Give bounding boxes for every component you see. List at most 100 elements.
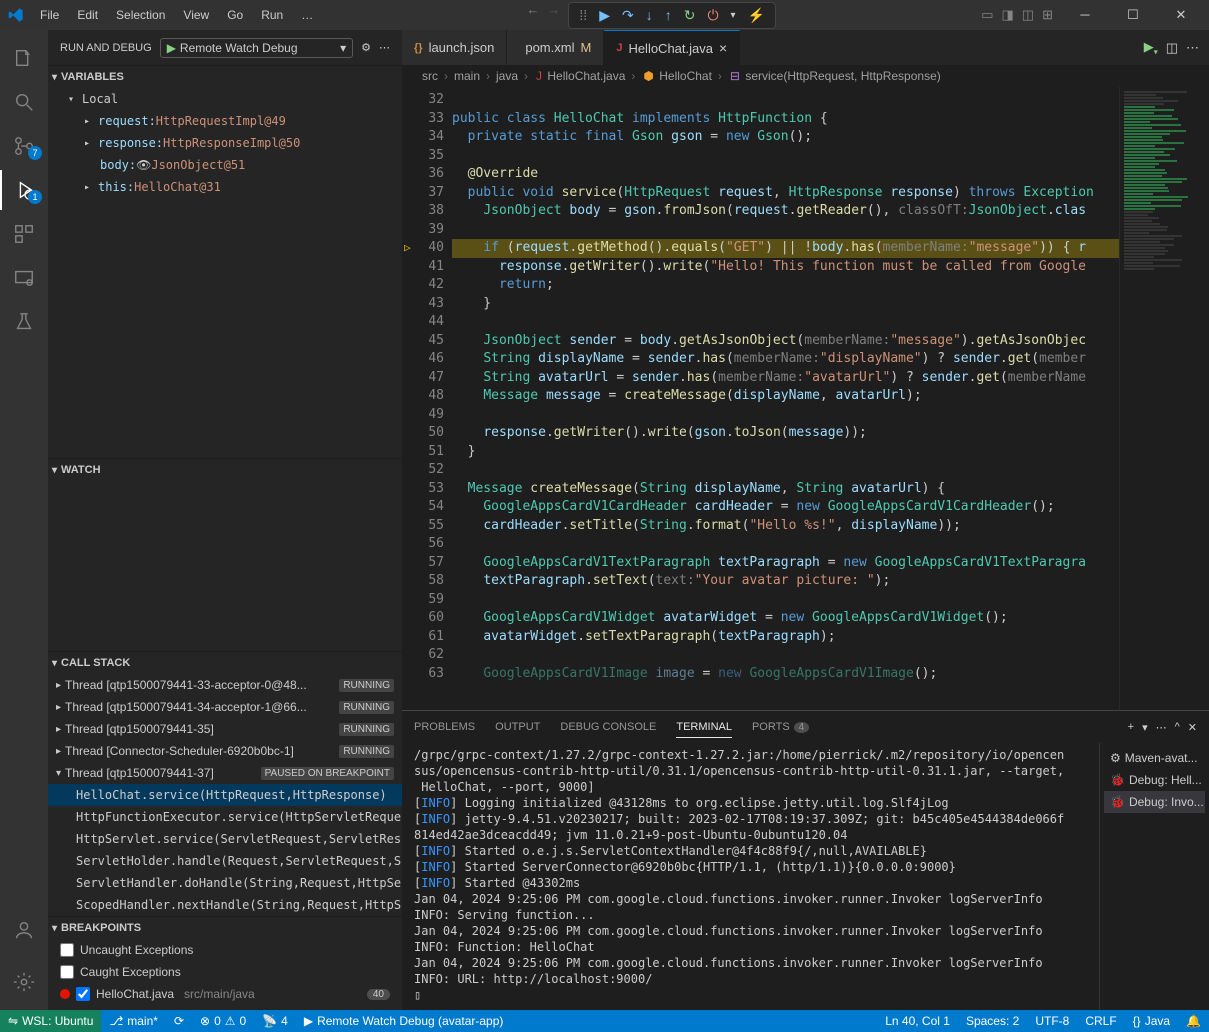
menu-edit[interactable]: Edit xyxy=(69,4,106,26)
extensions-icon[interactable] xyxy=(0,214,48,254)
watch-section[interactable]: ▾WATCH xyxy=(48,459,402,481)
layout-grid-icon[interactable]: ⊞ xyxy=(1042,7,1053,23)
breadcrumb-item[interactable]: ⊟ service(HttpRequest, HttpResponse) xyxy=(728,69,941,83)
status-spaces[interactable]: Spaces: 2 xyxy=(958,1010,1027,1032)
disconnect-icon[interactable]: ⏻ xyxy=(703,5,722,26)
hot-reload-icon[interactable]: ⚡ xyxy=(744,5,769,26)
stack-frame[interactable]: HelloChat.service(HttpRequest,HttpRespon… xyxy=(48,784,402,806)
split-icon[interactable]: ◫ xyxy=(1166,40,1178,56)
variable-row[interactable]: ▸request: HttpRequestImpl@49 xyxy=(48,110,402,132)
bp-caught[interactable]: Caught Exceptions xyxy=(48,961,402,983)
testing-icon[interactable] xyxy=(0,302,48,342)
menu-…[interactable]: … xyxy=(293,4,321,26)
search-icon[interactable] xyxy=(0,82,48,122)
step-into-icon[interactable]: ↓ xyxy=(642,5,657,25)
status-remote[interactable]: ⇋WSL: Ubuntu xyxy=(0,1010,101,1032)
editor-tab[interactable]: JHelloChat.java× xyxy=(604,30,740,65)
status-debug[interactable]: ▶Remote Watch Debug (avatar-app) xyxy=(296,1010,512,1032)
step-over-icon[interactable]: ↷ xyxy=(618,5,638,26)
terminal-session[interactable]: 🐞Debug: Hell... xyxy=(1104,769,1205,791)
bp-file-row[interactable]: HelloChat.java src/main/java 40 xyxy=(48,983,402,1005)
scope-local[interactable]: ▾Local xyxy=(48,88,402,110)
panel-tab-output[interactable]: OUTPUT xyxy=(495,717,540,737)
terminal-output[interactable]: /grpc/grpc-context/1.27.2/grpc-context-1… xyxy=(402,743,1099,1010)
explorer-icon[interactable] xyxy=(0,38,48,78)
menu-selection[interactable]: Selection xyxy=(108,4,173,26)
debug-icon[interactable]: 1 xyxy=(0,170,48,210)
ellipsis-icon[interactable]: ⋯ xyxy=(1156,721,1167,734)
bp-uncaught-check[interactable] xyxy=(60,943,74,957)
variable-row[interactable]: ▸response: HttpResponseImpl@50 xyxy=(48,132,402,154)
code-editor[interactable]: 3233343536373839▷40414243444546474849505… xyxy=(402,87,1209,710)
panel-tab-terminal[interactable]: TERMINAL xyxy=(676,717,732,738)
restart-icon[interactable]: ↻ xyxy=(680,5,700,26)
ellipsis-icon[interactable]: ⋯ xyxy=(379,41,390,54)
nav-fwd-icon[interactable]: → xyxy=(547,2,560,29)
terminal-session[interactable]: ⚙Maven-avat... xyxy=(1104,747,1205,769)
more-tab-icon[interactable]: ⋯ xyxy=(1186,40,1199,56)
minimize-icon[interactable]: ─ xyxy=(1065,7,1105,23)
panel-tab-ports[interactable]: PORTS4 xyxy=(752,717,809,737)
status-ports[interactable]: 📡4 xyxy=(254,1010,296,1032)
paused-thread[interactable]: ▾ Thread [qtp1500079441-37] PAUSED ON BR… xyxy=(48,762,402,784)
status-eol[interactable]: CRLF xyxy=(1077,1010,1124,1032)
run-debug-icon[interactable]: ▶▾ xyxy=(1144,39,1158,57)
drag-handle-icon[interactable]: ⁞⁞ xyxy=(575,5,591,25)
variables-section[interactable]: ▾VARIABLES xyxy=(48,66,402,88)
close-tab-icon[interactable]: × xyxy=(719,40,727,56)
editor-tab[interactable]: pom.xmlM xyxy=(507,30,604,65)
variable-row[interactable]: ▸this: HelloChat@31 xyxy=(48,176,402,198)
stack-frame[interactable]: ScopedHandler.nextHandle(String,Request,… xyxy=(48,894,402,916)
menu-go[interactable]: Go xyxy=(219,4,251,26)
status-enc[interactable]: UTF-8 xyxy=(1027,1010,1077,1032)
bp-uncaught[interactable]: Uncaught Exceptions xyxy=(48,939,402,961)
new-terminal-icon[interactable]: + xyxy=(1128,721,1134,734)
step-out-icon[interactable]: ↑ xyxy=(661,5,676,25)
breadcrumb[interactable]: src›main›java›J HelloChat.java›⬢ HelloCh… xyxy=(402,65,1209,87)
breadcrumb-item[interactable]: src xyxy=(422,69,438,83)
accounts-icon[interactable] xyxy=(0,910,48,950)
gear-icon[interactable]: ⚙ xyxy=(361,41,371,54)
status-pos[interactable]: Ln 40, Col 1 xyxy=(877,1010,958,1032)
menu-run[interactable]: Run xyxy=(253,4,291,26)
stack-frame[interactable]: HttpFunctionExecutor.service(HttpServlet… xyxy=(48,806,402,828)
sidebar-right-icon[interactable]: ◫ xyxy=(1022,7,1034,23)
stack-frame[interactable]: ServletHandler.doHandle(String,Request,H… xyxy=(48,872,402,894)
bp-file-check[interactable] xyxy=(76,987,90,1001)
continue-icon[interactable]: ▶ xyxy=(595,5,614,26)
terminal-session[interactable]: 🐞Debug: Invo... xyxy=(1104,791,1205,813)
breadcrumb-item[interactable]: J HelloChat.java xyxy=(534,69,625,83)
bp-caught-check[interactable] xyxy=(60,965,74,979)
panel-icon[interactable]: ◨ xyxy=(1002,7,1014,23)
remote-icon[interactable] xyxy=(0,258,48,298)
stack-frame[interactable]: HttpServlet.service(ServletRequest,Servl… xyxy=(48,828,402,850)
status-problems[interactable]: ⊗0⚠0 xyxy=(192,1010,254,1032)
more-icon[interactable]: ▾ xyxy=(727,8,740,23)
run-config-dropdown[interactable]: ▶ Remote Watch Debug ▾ xyxy=(160,38,353,58)
close-window-icon[interactable]: ✕ xyxy=(1161,7,1201,23)
scm-icon[interactable]: 7 xyxy=(0,126,48,166)
maximize-icon[interactable]: ☐ xyxy=(1113,7,1153,23)
menu-view[interactable]: View xyxy=(175,4,217,26)
minimap[interactable] xyxy=(1119,87,1209,710)
breadcrumb-item[interactable]: main xyxy=(454,69,480,83)
status-lang[interactable]: {}Java xyxy=(1125,1010,1178,1032)
status-branch[interactable]: ⎇main* xyxy=(101,1010,166,1032)
close-panel-icon[interactable]: ✕ xyxy=(1188,721,1197,734)
maximize-panel-icon[interactable]: ^ xyxy=(1175,721,1180,734)
thread-row[interactable]: ▸Thread [qtp1500079441-33-acceptor-0@48.… xyxy=(48,674,402,696)
nav-back-icon[interactable]: ← xyxy=(526,2,539,29)
panel-tab-problems[interactable]: PROBLEMS xyxy=(414,717,475,737)
callstack-section[interactable]: ▾CALL STACK xyxy=(48,652,402,674)
status-bell[interactable]: 🔔 xyxy=(1178,1010,1209,1032)
settings-icon[interactable] xyxy=(0,962,48,1002)
status-sync[interactable]: ⟳ xyxy=(166,1010,192,1032)
thread-row[interactable]: ▸Thread [qtp1500079441-35]RUNNING xyxy=(48,718,402,740)
editor-tab[interactable]: {}launch.json xyxy=(402,30,507,65)
thread-row[interactable]: ▸Thread [Connector-Scheduler-6920b0bc-1]… xyxy=(48,740,402,762)
panel-tab-debug-console[interactable]: DEBUG CONSOLE xyxy=(560,717,656,737)
breadcrumb-item[interactable]: ⬢ HelloChat xyxy=(641,69,712,83)
breadcrumb-item[interactable]: java xyxy=(496,69,518,83)
breakpoints-section[interactable]: ▾BREAKPOINTS xyxy=(48,917,402,939)
layout-icon[interactable]: ▭ xyxy=(981,7,993,23)
